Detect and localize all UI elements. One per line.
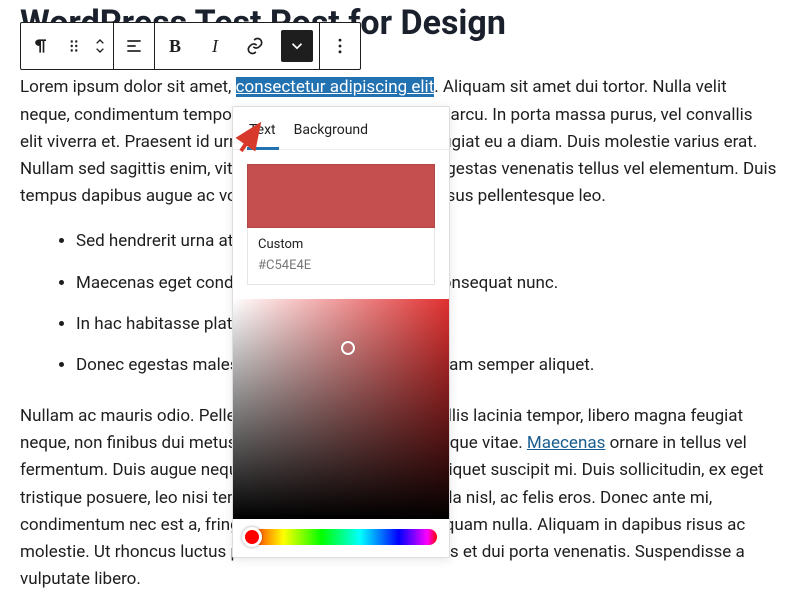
swatch-meta: Custom #C54E4E [247, 228, 435, 285]
link-button[interactable] [235, 23, 275, 69]
hue-slider[interactable] [245, 529, 437, 545]
inline-link[interactable]: Maecenas [527, 433, 605, 453]
tab-text[interactable]: Text [249, 119, 276, 141]
options-button[interactable] [320, 23, 360, 69]
bold-button[interactable]: B [155, 23, 195, 69]
saturation-picker[interactable] [233, 299, 449, 519]
color-swatch[interactable] [247, 164, 435, 228]
picker-cursor[interactable] [341, 341, 355, 355]
italic-button[interactable]: I [195, 23, 235, 69]
block-toolbar: B I [20, 22, 361, 70]
highlight-color-panel: Text Background Custom #C54E4E [232, 106, 450, 558]
move-updown-icon[interactable] [87, 23, 113, 69]
tab-background[interactable]: Background [294, 119, 368, 141]
align-icon[interactable] [114, 23, 154, 69]
hue-thumb[interactable] [242, 527, 262, 547]
paragraph-block-icon[interactable] [21, 23, 61, 69]
more-rich-text-button[interactable] [281, 30, 313, 62]
color-hex: #C54E4E [258, 256, 424, 277]
drag-handle-icon[interactable] [61, 23, 87, 69]
custom-label: Custom [258, 235, 424, 256]
text-fragment: Lorem ipsum dolor sit amet, [20, 77, 236, 97]
active-tab-indicator [247, 147, 279, 150]
selected-text: consectetur adipiscing elit [236, 77, 435, 97]
